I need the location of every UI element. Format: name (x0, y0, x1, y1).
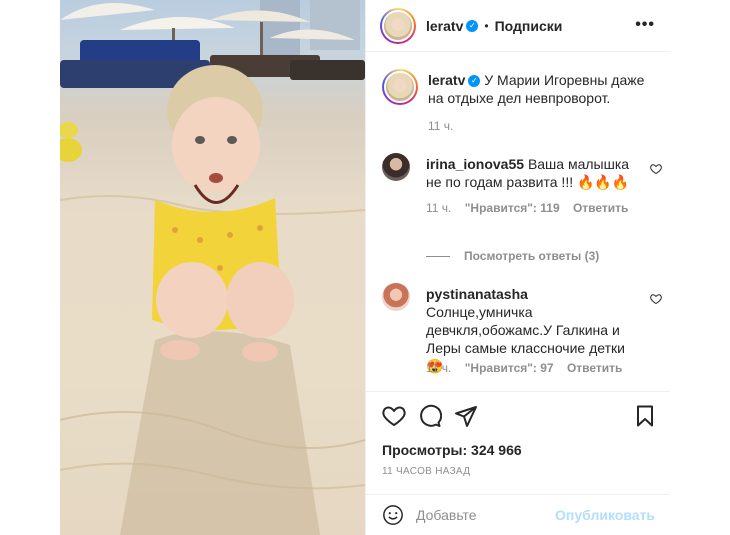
comment-input[interactable] (416, 504, 556, 526)
backdrop-left (0, 0, 60, 535)
heart-icon[interactable] (650, 163, 662, 175)
publish-button[interactable]: Опубликовать (555, 507, 655, 523)
post-media[interactable] (60, 0, 365, 535)
comment-icon[interactable] (418, 404, 442, 428)
comments-list: leratv ✓ У Марии Игоревны даже на отдыхе … (366, 53, 671, 391)
verified-icon: ✓ (468, 75, 481, 88)
avatar[interactable] (380, 7, 416, 44)
bookmark-icon[interactable] (633, 404, 657, 428)
comment-username[interactable]: pystinanatasha (426, 286, 528, 302)
comment-likes[interactable]: "Нравится": 119 (465, 201, 560, 215)
caption-time[interactable]: 11 ч. (428, 119, 453, 133)
reply-button[interactable]: Ответить (573, 201, 628, 215)
follow-button[interactable]: Подписки (495, 18, 563, 34)
caption-username[interactable]: leratv (428, 72, 465, 88)
view-replies-button[interactable]: Посмотреть ответы (3) (426, 249, 599, 263)
reply-button[interactable]: Ответить (567, 361, 622, 375)
backdrop-right (670, 0, 730, 535)
comment-avatar[interactable] (382, 283, 410, 311)
post-header: leratv ✓ • Подписки ••• (366, 0, 671, 52)
comment-avatar[interactable] (382, 153, 410, 181)
verified-icon: ✓ (466, 19, 479, 32)
more-options-icon[interactable]: ••• (635, 16, 655, 34)
header-separator: • (484, 18, 489, 33)
view-replies-label: Посмотреть ответы (3) (464, 249, 600, 263)
comment-time[interactable]: 11 ч. (426, 361, 451, 375)
post-sidebar: leratv ✓ • Подписки ••• leratv ✓ У Марии … (365, 0, 671, 535)
comment-likes[interactable]: "Нравится": 97 (465, 361, 554, 375)
caption-avatar[interactable] (382, 69, 418, 105)
media-illustration (60, 0, 365, 535)
add-comment-bar: Опубликовать (366, 494, 671, 535)
header-username[interactable]: leratv (426, 18, 463, 34)
heart-icon[interactable] (650, 293, 662, 305)
emoji-icon[interactable] (382, 504, 404, 526)
views-count[interactable]: Просмотры: 324 966 (382, 442, 522, 458)
comment-username[interactable]: irina_ionova55 (426, 156, 524, 172)
like-heart-icon[interactable] (382, 404, 406, 428)
action-bar: Просмотры: 324 966 11 ЧАСОВ НАЗАД (366, 391, 671, 493)
post-timestamp[interactable]: 11 ЧАСОВ НАЗАД (382, 466, 470, 477)
comment-time[interactable]: 11 ч. (426, 201, 451, 215)
share-icon[interactable] (454, 404, 478, 428)
